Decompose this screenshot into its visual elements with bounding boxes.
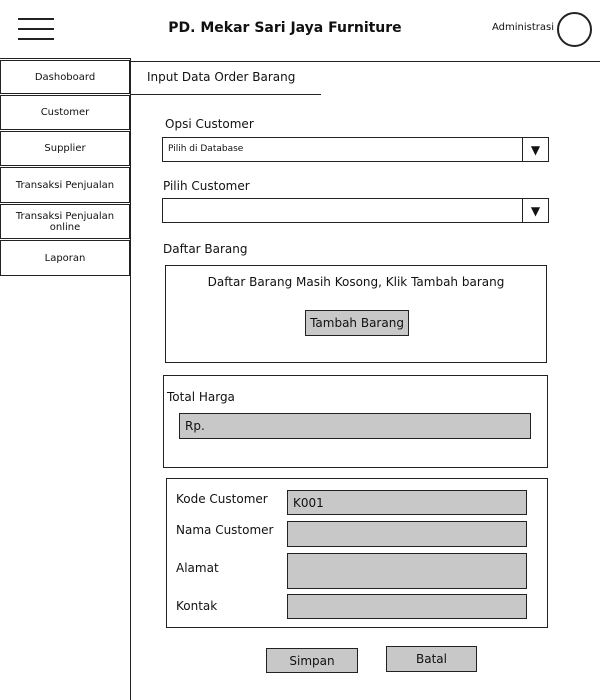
triangle-down-icon[interactable]: ▼ [522,199,548,222]
opsi-customer-label: Opsi Customer [165,117,254,131]
header-divider-right [131,61,600,62]
sidebar-item-label: Laporan [44,252,86,264]
tambah-barang-button[interactable]: Tambah Barang [305,310,409,336]
alamat-label: Alamat [176,561,219,575]
sidebar-item-transaksi-penjualan[interactable]: Transaksi Penjualan [0,167,130,203]
sidebar-divider [130,58,131,700]
nama-customer-field[interactable] [287,521,527,547]
nama-customer-label: Nama Customer [176,523,274,537]
page-title-underline [131,94,321,95]
user-avatar-icon[interactable] [557,12,592,47]
header-divider-left [0,58,131,59]
pilih-customer-label: Pilih Customer [163,179,250,193]
cancel-button[interactable]: Batal [386,646,477,672]
app-title: PD. Mekar Sari Jaya Furniture [168,20,402,36]
kode-customer-label: Kode Customer [176,492,268,506]
sidebar-item-supplier[interactable]: Supplier [0,131,130,166]
user-name: Administrasi [491,22,554,33]
total-harga-label: Total Harga [167,390,235,404]
empty-list-message: Daftar Barang Masih Kosong, Klik Tambah … [207,275,505,289]
sidebar-item-label: Supplier [44,143,86,154]
kontak-label: Kontak [176,599,218,613]
kontak-field[interactable] [287,594,527,619]
total-harga-field[interactable]: Rp. [179,413,531,439]
alamat-field[interactable] [287,553,527,589]
page-title: Input Data Order Barang [147,70,296,84]
daftar-barang-label: Daftar Barang [163,242,248,256]
triangle-down-icon[interactable]: ▼ [522,138,548,161]
customer-info-panel: Kode Customer K001 Nama Customer Alamat … [166,478,548,628]
total-harga-panel: Total Harga Rp. [163,375,548,468]
sidebar-item-dashboard[interactable]: Dashoboard [0,60,130,94]
sidebar-item-customer[interactable]: Customer [0,95,130,130]
sidebar-item-label: Dashoboard [34,71,96,83]
save-button[interactable]: Simpan [266,648,358,673]
sidebar-item-label: Transaksi Penjualan [15,179,115,191]
sidebar-item-label: Customer [40,107,90,118]
kode-customer-field[interactable]: K001 [287,490,527,515]
daftar-barang-panel: Daftar Barang Masih Kosong, Klik Tambah … [165,265,547,363]
sidebar-item-label: Transaksi Penjualan online [15,210,115,233]
hamburger-menu-icon[interactable] [18,16,54,44]
sidebar-item-laporan[interactable]: Laporan [0,240,130,276]
sidebar-item-transaksi-penjualan-online[interactable]: Transaksi Penjualan online [0,204,130,239]
pilih-customer-select[interactable]: ▼ [162,198,549,223]
opsi-customer-value: Pilih di Database [168,144,244,154]
opsi-customer-select[interactable]: Pilih di Database ▼ [162,137,549,162]
